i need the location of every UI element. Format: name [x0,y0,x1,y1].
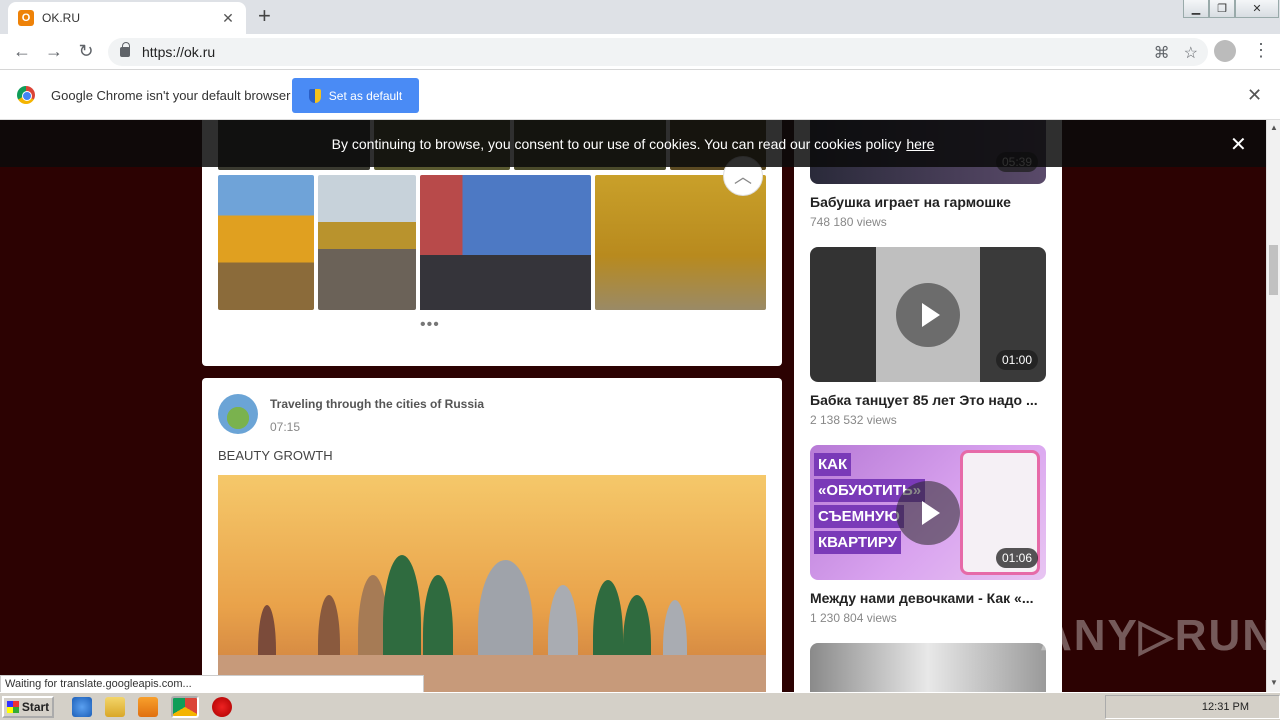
tab-title: OK.RU [42,11,81,25]
chrome-logo-icon [17,86,35,104]
browser-toolbar: ← → ↻ https://ok.ru ⌘ ☆ [0,34,1280,70]
windows-taskbar: Start 12:31 PM [0,692,1280,720]
cookie-policy-link[interactable]: here [906,136,934,152]
lock-icon[interactable] [120,42,130,57]
video-thumbnail[interactable]: 01:00 [810,247,1046,382]
anyrun-watermark: ANY▷RUN [1040,611,1266,660]
tray-clock[interactable]: 12:31 PM [1202,701,1249,713]
ok-logo-icon: О [18,10,34,26]
video-duration: 01:06 [995,548,1038,568]
cookie-close-icon[interactable]: ✕ [1230,132,1247,157]
address-bar[interactable]: https://ok.ru ⌘ ☆ [108,38,1208,66]
url-text[interactable]: https://ok.ru [142,44,215,60]
post-text: BEAUTY GROWTH [218,448,333,463]
start-button[interactable]: Start [2,695,54,718]
antivirus-icon[interactable] [212,696,232,717]
windows-logo-icon [6,700,19,713]
infobar-message: Google Chrome isn't your default browser [51,87,291,103]
back-icon[interactable]: ← [6,36,38,68]
chrome-taskbar-icon[interactable] [171,695,199,718]
window-close-icon[interactable]: ✕ [1235,0,1279,18]
browser-tab[interactable]: О OK.RU ✕ [8,2,246,34]
status-bubble: Waiting for translate.googleapis.com... [0,675,424,693]
more-options-icon[interactable]: ••• [420,316,440,334]
new-tab-icon[interactable]: + [258,5,271,27]
building-photo[interactable] [420,175,591,310]
internet-explorer-icon[interactable] [72,696,92,717]
uac-shield-icon [308,88,321,103]
folder-icon[interactable] [105,696,125,717]
kremlin-photo[interactable] [218,475,766,692]
page-viewport: ••• ︿ Traveling through the cities of Ru… [0,120,1266,692]
start-label: Start [21,699,50,714]
cookie-text: By continuing to browse, you consent to … [331,135,902,152]
minimize-icon[interactable]: ▁ [1183,0,1209,18]
set-as-default-label: Set as default [328,88,403,103]
system-tray: 12:31 PM [1105,695,1280,719]
forward-icon[interactable]: → [38,36,70,68]
group-avatar[interactable] [218,394,258,434]
tab-close-icon[interactable]: ✕ [220,10,236,27]
play-icon[interactable] [896,283,960,347]
set-as-default-button[interactable]: Set as default [292,78,419,113]
page-scrollbar[interactable]: ▲ ▼ [1266,120,1280,692]
scroll-up-arrow-icon[interactable]: ▲ [1270,123,1278,132]
scroll-down-arrow-icon[interactable]: ▼ [1270,678,1278,687]
play-icon[interactable] [896,481,960,545]
video-views: 1 230 804 views [810,611,897,625]
video-title-link[interactable]: Бабка танцует 85 лет Это надо ... [810,392,1050,408]
scrollbar-thumb[interactable] [1269,245,1278,295]
video-views: 748 180 views [810,215,887,229]
street-photo[interactable] [318,175,416,310]
video-views: 2 138 532 views [810,413,897,427]
translate-icon[interactable]: ⌘ [1154,43,1170,63]
video-thumbnail[interactable] [810,643,1046,692]
infobar-close-icon[interactable]: ✕ [1247,85,1262,106]
video-title-link[interactable]: Между нами девочками - Как «... [810,590,1050,606]
window-controls: ▁ ❐ ✕ [1183,0,1279,18]
video-duration: 01:00 [995,350,1038,370]
cookie-consent-bar: By continuing to browse, you consent to … [0,120,1266,167]
group-name-link[interactable]: Traveling through the cities of Russia [270,397,484,411]
chrome-menu-icon[interactable]: ⋮ [1252,40,1270,61]
bookmark-star-icon[interactable]: ☆ [1184,43,1198,63]
video-thumbnail[interactable]: КАК «ОБУЮТИТЬ» СЪЕМНУЮ КВАРТИРУ 01:06 [810,445,1046,580]
profile-avatar-icon[interactable] [1214,40,1236,62]
autumn-tree-photo[interactable] [218,175,314,310]
post-time: 07:15 [270,420,301,434]
video-title-link[interactable]: Бабушка играет на гармошке [810,194,1050,210]
media-player-icon[interactable] [138,696,158,717]
restore-icon[interactable]: ❐ [1209,0,1235,18]
default-browser-infobar: Google Chrome isn't your default browser… [0,71,1280,120]
reload-icon[interactable]: ↻ [70,36,102,68]
tab-strip: О OK.RU ✕ + ▁ ❐ ✕ [0,0,1280,34]
